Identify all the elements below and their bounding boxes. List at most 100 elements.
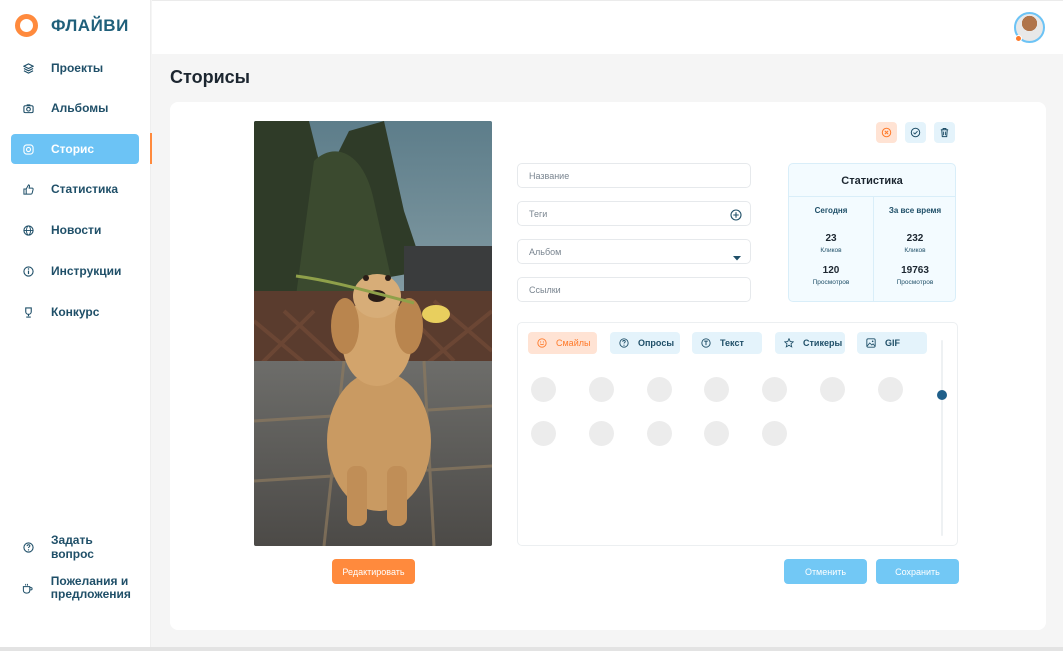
name-input[interactable] (529, 170, 719, 181)
topbar (152, 0, 1063, 54)
today-column: Сегодня 23 Кликов 120 Просмотров (789, 196, 873, 302)
name-field[interactable] (517, 163, 751, 188)
tab-text[interactable]: Текст (692, 332, 762, 354)
approve-story-button[interactable] (905, 122, 926, 143)
alltime-column: За все время 232 Кликов 19763 Просмотров (873, 196, 957, 302)
tab-polls[interactable]: Опросы (610, 332, 680, 354)
views-label: Просмотров (896, 279, 934, 286)
trash-icon (940, 127, 949, 138)
instagram-icon (22, 143, 34, 155)
star-icon (784, 338, 794, 348)
story-image[interactable] (254, 121, 492, 546)
emoji-item[interactable] (531, 377, 556, 402)
today-label: Сегодня (814, 206, 848, 215)
scrollbar-thumb[interactable] (937, 390, 947, 400)
sidebar-item-label: Новости (51, 223, 102, 237)
sidebar-item-label: Альбомы (51, 101, 109, 115)
sidebar-item-stories[interactable]: Сторис (11, 134, 139, 164)
emoji-item[interactable] (647, 377, 672, 402)
today-clicks-value: 23 (825, 233, 837, 244)
statistics-panel: Статистика Сегодня 23 Кликов 120 Просмот… (788, 163, 956, 302)
today-views-value: 120 (822, 265, 840, 276)
emoji-item[interactable] (762, 421, 787, 446)
sidebar-item-statistics[interactable]: Статистика (11, 174, 139, 204)
tab-gif[interactable]: GIF (857, 332, 927, 354)
sidebar-item-ask-question[interactable]: Задать вопрос (11, 532, 139, 562)
cup-icon (22, 582, 34, 594)
trophy-icon (22, 306, 34, 318)
views-label: Просмотров (812, 279, 850, 286)
cancel-story-button[interactable] (876, 122, 897, 143)
tags-input[interactable] (529, 208, 719, 219)
text-icon (701, 338, 711, 348)
sidebar-item-label: Задать вопрос (51, 533, 94, 561)
clicks-label: Кликов (904, 247, 926, 254)
sidebar-item-label: Сторис (51, 142, 95, 156)
album-input[interactable] (529, 246, 719, 257)
layers-icon (22, 62, 34, 74)
statistics-title: Статистика (841, 175, 903, 187)
question-circle-icon (619, 338, 629, 348)
tab-stickers[interactable]: Стикеры (775, 332, 845, 354)
tab-smileys[interactable]: Смайлы (528, 332, 597, 354)
sidebar-item-albums[interactable]: Альбомы (11, 93, 139, 123)
thumbs-up-icon (22, 183, 34, 195)
tab-label: Текст (720, 338, 744, 348)
add-tag-icon[interactable] (730, 208, 742, 226)
links-field[interactable] (517, 277, 751, 302)
alltime-views-value: 19763 (901, 265, 929, 276)
info-icon (22, 265, 34, 277)
smile-icon (537, 338, 547, 348)
tab-label: Смайлы (556, 338, 591, 348)
sidebar-item-news[interactable]: Новости (11, 215, 139, 245)
sidebar-item-projects[interactable]: Проекты (11, 53, 139, 83)
alltime-label: За все время (888, 206, 942, 215)
page-title: Сторисы (170, 67, 251, 87)
delete-story-button[interactable] (934, 122, 955, 143)
sidebar-item-label: Пожелания и предложения (50, 574, 131, 601)
question-icon (22, 541, 34, 553)
sidebar-item-instructions[interactable]: Инструкции (11, 256, 139, 286)
sidebar: ФЛАЙВИ Проекты Альбомы Сторис Статистика… (0, 0, 151, 651)
scrollbar-track[interactable] (941, 340, 943, 536)
sidebar-item-feedback[interactable]: Пожелания и предложения (11, 572, 139, 604)
status-dot-icon (1015, 35, 1022, 42)
links-input[interactable] (529, 284, 719, 295)
emoji-item[interactable] (704, 377, 729, 402)
tab-label: GIF (885, 338, 900, 348)
emoji-item[interactable] (762, 377, 787, 402)
emoji-item[interactable] (878, 377, 903, 402)
tags-field[interactable] (517, 201, 751, 226)
emoji-item[interactable] (589, 421, 614, 446)
sidebar-item-label: Конкурс (51, 305, 100, 319)
edit-button[interactable]: Редактировать (332, 559, 415, 584)
clicks-label: Кликов (820, 247, 842, 254)
emoji-item[interactable] (704, 421, 729, 446)
elements-panel (517, 322, 958, 546)
sidebar-item-label: Статистика (51, 182, 119, 196)
save-button[interactable]: Сохранить (876, 559, 959, 584)
tab-label: Опросы (638, 338, 675, 348)
tab-label: Стикеры (803, 338, 843, 348)
brand-name: ФЛАЙВИ (51, 15, 129, 35)
check-circle-icon (910, 127, 921, 138)
album-select[interactable] (517, 239, 751, 264)
chevron-down-icon[interactable] (732, 249, 742, 267)
alltime-clicks-value: 232 (906, 233, 924, 244)
image-icon (866, 338, 876, 348)
close-circle-icon (881, 127, 892, 138)
emoji-item[interactable] (531, 421, 556, 446)
cancel-button[interactable]: Отменить (784, 559, 867, 584)
emoji-item[interactable] (820, 377, 845, 402)
logo-ring-icon (15, 14, 38, 37)
sidebar-item-contest[interactable]: Конкурс (11, 297, 139, 327)
emoji-item[interactable] (589, 377, 614, 402)
sidebar-item-label: Инструкции (51, 264, 122, 278)
globe-icon (22, 224, 34, 236)
bottom-divider (0, 647, 1063, 651)
camera-icon (22, 102, 34, 114)
brand-logo[interactable]: ФЛАЙВИ (15, 14, 129, 37)
active-indicator (150, 133, 152, 164)
sidebar-item-label: Проекты (51, 61, 104, 75)
emoji-item[interactable] (647, 421, 672, 446)
